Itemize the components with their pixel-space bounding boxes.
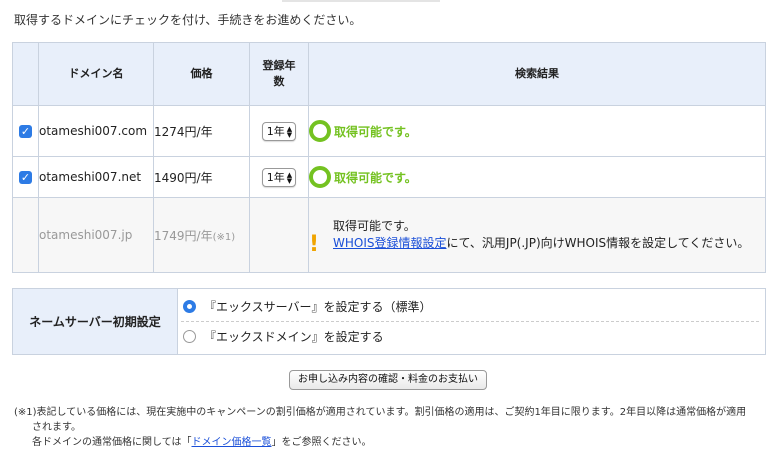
- years-value: 1年: [266, 124, 285, 138]
- result-cell: 取得可能です。: [308, 105, 766, 157]
- result-line1: 取得可能です。: [333, 219, 416, 233]
- domain-name: otameshi007.net: [38, 156, 154, 198]
- header-result: 検索結果: [308, 42, 766, 106]
- header-years-line2: 数: [273, 75, 285, 88]
- header-years-line1: 登録年: [262, 59, 296, 72]
- header-price: 価格: [153, 42, 250, 106]
- table-row: ✓ otameshi007.net 1490円/年 1年 ▲ ▼ 取得可能です。: [12, 156, 766, 198]
- header-domain: ドメイン名: [38, 42, 154, 106]
- instruction-text: 取得するドメインにチェックを付け、手続きをお進めください。: [14, 13, 362, 27]
- years-select[interactable]: 1年 ▲ ▼: [261, 167, 297, 187]
- radio-selected-icon[interactable]: [183, 300, 196, 313]
- domain-price: 1749円/年: [154, 228, 213, 243]
- exclamation-icon: !: [309, 232, 320, 257]
- domain-name: otameshi007.com: [38, 105, 154, 157]
- years-cell: 1年 ▲ ▼: [249, 156, 309, 198]
- domain-price: 1274円/年: [153, 105, 250, 157]
- top-divider: [282, 0, 440, 2]
- result-after-link: にて、汎用JP(.JP)向けWHOIS情報を設定してください。: [446, 236, 750, 250]
- result-text: 取得可能です。: [334, 124, 417, 139]
- years-cell: [249, 197, 309, 273]
- domain-checkbox[interactable]: ✓: [19, 125, 32, 138]
- years-cell: 1年 ▲ ▼: [249, 105, 309, 157]
- price-note: (※1): [212, 231, 236, 243]
- warning-message: ! 取得可能です。 WHOIS登録情報設定にて、汎用JP(.JP)向けWHOIS…: [309, 218, 765, 257]
- footnote: (※1)表記している価格には、現在実施中のキャンペーンの割引価格が適用されていま…: [14, 405, 754, 450]
- nameserver-option-xdomain[interactable]: 『エックスドメイン』を設定する: [183, 328, 384, 345]
- row-checkbox-cell: [12, 197, 39, 273]
- result-cell: 取得可能です。: [308, 156, 766, 198]
- whois-settings-link[interactable]: WHOIS登録情報設定: [333, 236, 447, 250]
- confirm-and-pay-button[interactable]: お申し込み内容の確認・料金のお支払い: [289, 370, 487, 390]
- nameserver-option-xserver[interactable]: 『エックスサーバー』を設定する（標準）: [183, 298, 432, 315]
- result-text: 取得可能です。: [334, 170, 417, 185]
- ok-ring-icon: [309, 166, 331, 188]
- domain-price-cell: 1749円/年(※1): [153, 197, 250, 273]
- footnote-line2: されます。: [32, 422, 81, 433]
- header-years: 登録年 数: [249, 42, 309, 106]
- table-row: otameshi007.jp 1749円/年(※1) ! 取得可能です。 WHO…: [12, 197, 766, 273]
- years-value: 1年: [266, 170, 285, 184]
- footnote-line1: (※1)表記している価格には、現在実施中のキャンペーンの割引価格が適用されていま…: [14, 407, 747, 418]
- result-cell: ! 取得可能です。 WHOIS登録情報設定にて、汎用JP(.JP)向けWHOIS…: [308, 197, 766, 273]
- header-checkbox-col: [12, 42, 39, 106]
- domain-table: ドメイン名 価格 登録年 数 検索結果 ✓ otameshi007.com 12…: [12, 42, 766, 273]
- updown-arrow-icon: ▲ ▼: [286, 170, 293, 185]
- nameserver-option-label: 『エックスドメイン』を設定する: [204, 330, 384, 344]
- nameserver-label: ネームサーバー初期設定: [13, 289, 178, 354]
- updown-arrow-icon: ▲ ▼: [286, 124, 293, 139]
- domain-price-list-link[interactable]: ドメイン価格一覧: [192, 437, 272, 448]
- nameserver-option-label: 『エックスサーバー』を設定する（標準）: [204, 300, 432, 314]
- nameserver-settings: ネームサーバー初期設定 『エックスサーバー』を設定する（標準） 『エックスドメイ…: [12, 288, 766, 355]
- domain-price: 1490円/年: [153, 156, 250, 198]
- domain-name: otameshi007.jp: [38, 197, 154, 273]
- domain-checkbox[interactable]: ✓: [19, 171, 32, 184]
- row-checkbox-cell: ✓: [12, 105, 39, 157]
- table-header-row: ドメイン名 価格 登録年 数 検索結果: [12, 42, 766, 106]
- footnote-line3-before: 各ドメインの通常価格に関しては「: [32, 437, 192, 448]
- years-select[interactable]: 1年 ▲ ▼: [261, 121, 297, 141]
- footnote-line3: 各ドメインの通常価格に関しては「ドメイン価格一覧」をご参照ください。: [14, 435, 754, 450]
- ok-ring-icon: [309, 120, 331, 142]
- row-checkbox-cell: ✓: [12, 156, 39, 198]
- radio-unselected-icon[interactable]: [183, 330, 196, 343]
- table-row: ✓ otameshi007.com 1274円/年 1年 ▲ ▼ 取得可能です。: [12, 105, 766, 157]
- option-divider: [181, 321, 759, 322]
- footnote-line3-after: 」をご参照ください。: [271, 437, 372, 448]
